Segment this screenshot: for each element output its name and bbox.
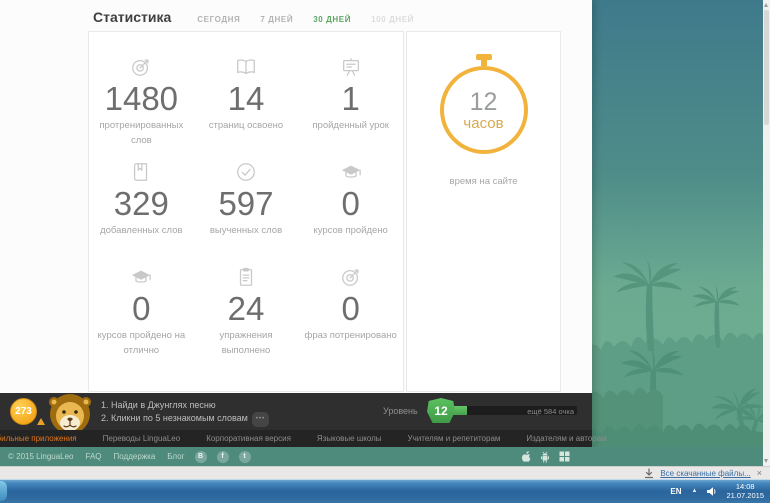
xp-badge-icon: ••• xyxy=(251,412,270,427)
clock-time: 14:08 xyxy=(735,482,755,491)
stat-value: 1480 xyxy=(104,80,179,117)
windows-icon[interactable] xyxy=(559,451,570,462)
daily-tasks: 1. Найди в Джунглях песню 2. Кликни по 5… xyxy=(101,399,270,427)
nav-mobile-apps[interactable]: Мобильные приложения xyxy=(0,434,77,443)
site-content-column: Статистика СЕГОДНЯ 7 ДНЕЙ 30 ДНЕЙ 100 ДН… xyxy=(0,0,607,447)
desktop-screen: Статистика СЕГОДНЯ 7 ДНЕЙ 30 ДНЕЙ 100 ДН… xyxy=(0,0,770,503)
close-shelf-icon[interactable]: × xyxy=(757,468,762,478)
stat-label: курсов пройдено xyxy=(313,225,388,236)
stat-learned-words: 597 выученных слов xyxy=(194,161,299,266)
stats-card: 1480 протренированных слов 14 страниц ос… xyxy=(88,31,404,392)
stat-label: добавленных слов xyxy=(100,225,183,236)
target-icon xyxy=(341,269,359,286)
start-button-edge[interactable] xyxy=(0,481,7,501)
stat-value: 597 xyxy=(218,185,274,222)
site-footer: © 2015 LinguaLeo FAQ Поддержка Блог B f … xyxy=(0,447,763,466)
stat-value: 14 xyxy=(227,80,265,117)
scroll-up-icon[interactable] xyxy=(764,3,768,7)
quest-bar: 273 1. Найди в Джунглях песню 2. Кликни … xyxy=(0,393,592,434)
stat-phrases-trained: 0 фраз потренировано xyxy=(298,266,403,371)
open-book-icon xyxy=(237,59,255,75)
stat-lessons-completed: 1 пройденный урок xyxy=(298,56,403,161)
task-2-label: 2. Кликни по 5 незнакомым словам xyxy=(101,413,248,423)
stat-value: 1 xyxy=(341,80,360,117)
level-label: Уровень xyxy=(383,406,418,416)
windows-taskbar: EN ▲ 14:08 21.07.2015 xyxy=(0,479,770,503)
grad-cap-icon xyxy=(341,165,361,178)
stat-label: выученных слов xyxy=(209,225,283,236)
stat-courses-excellent: 0 курсов пройдено на отлично xyxy=(89,266,194,371)
stat-trained-words: 1480 протренированных слов xyxy=(89,56,194,161)
language-indicator[interactable]: EN xyxy=(670,487,681,496)
nav-language-schools[interactable]: Языковые школы xyxy=(317,434,382,443)
page-scrollbar[interactable] xyxy=(763,0,770,466)
tab-30-days[interactable]: 30 ДНЕЙ xyxy=(313,15,351,24)
tab-100-days[interactable]: 100 ДНЕЙ xyxy=(371,15,414,24)
stopwatch-icon: 12 часов xyxy=(439,54,528,154)
board-icon xyxy=(342,58,359,76)
hidden-icons-icon[interactable]: ▲ xyxy=(692,488,698,494)
stat-value: 329 xyxy=(113,185,169,222)
system-tray: EN ▲ 14:08 21.07.2015 xyxy=(670,479,767,503)
task-1[interactable]: 1. Найди в Джунглях песню xyxy=(101,399,269,412)
stat-label: упражнения выполнено xyxy=(219,330,273,356)
stat-exercises-done: 24 упражнения выполнено xyxy=(194,266,299,371)
scrollbar-thumb[interactable] xyxy=(764,10,769,125)
target-icon xyxy=(132,59,149,76)
stat-courses-completed: 0 курсов пройдено xyxy=(298,161,403,266)
nav-publishers[interactable]: Издателям и авторам xyxy=(526,434,606,443)
grad-cap-icon xyxy=(132,270,152,283)
time-on-site-card: 12 часов время на сайте xyxy=(406,31,561,392)
stats-grid: 1480 протренированных слов 14 страниц ос… xyxy=(89,32,403,371)
stat-value: 24 xyxy=(227,290,265,327)
time-unit: часов xyxy=(463,114,504,132)
platform-icons xyxy=(521,447,579,466)
stats-page: Статистика СЕГОДНЯ 7 ДНЕЙ 30 ДНЕЙ 100 ДН… xyxy=(0,0,592,393)
coins-badge[interactable]: 273 xyxy=(10,398,37,425)
stats-header: Статистика СЕГОДНЯ 7 ДНЕЙ 30 ДНЕЙ 100 ДН… xyxy=(93,9,434,25)
clipboard-icon xyxy=(239,267,253,286)
show-all-downloads-link[interactable]: Все скачанные файлы... xyxy=(660,469,750,478)
apple-icon[interactable] xyxy=(521,450,531,463)
download-shelf: Все скачанные файлы... × xyxy=(0,466,770,479)
stat-value: 0 xyxy=(341,290,360,327)
android-icon[interactable] xyxy=(540,451,550,463)
download-icon xyxy=(645,467,654,478)
footer-link-support[interactable]: Поддержка xyxy=(114,452,156,461)
stat-label: страниц освоено xyxy=(208,120,284,131)
clock-date: 21.07.2015 xyxy=(726,491,764,500)
footer-nav: Мобильные приложения Переводы LinguaLeo … xyxy=(0,430,607,447)
nav-corporate[interactable]: Корпоративная версия xyxy=(206,434,291,443)
stat-label: курсов пройдено на отлично xyxy=(97,330,186,356)
footer-link-faq[interactable]: FAQ xyxy=(86,452,102,461)
stat-value: 0 xyxy=(132,290,151,327)
stat-value: 0 xyxy=(341,185,360,222)
tab-7-days[interactable]: 7 ДНЕЙ xyxy=(260,15,293,24)
stat-added-words: 329 добавленных слов xyxy=(89,161,194,266)
stat-label: протренированных слов xyxy=(99,120,184,146)
stat-pages-mastered: 14 страниц освоено xyxy=(194,56,299,161)
nav-translations[interactable]: Переводы LinguaLeo xyxy=(103,434,181,443)
points-remaining: ещё 584 очка xyxy=(527,407,574,416)
speaker-icon[interactable] xyxy=(706,486,717,497)
tab-today[interactable]: СЕГОДНЯ xyxy=(197,15,240,24)
stat-label: пройденный урок xyxy=(312,120,389,131)
stat-label: фраз потренировано xyxy=(304,330,397,341)
nav-teachers[interactable]: Учителям и репетиторам xyxy=(408,434,501,443)
page-title: Статистика xyxy=(93,9,172,25)
time-caption: время на сайте xyxy=(449,176,518,187)
scroll-down-icon[interactable] xyxy=(764,459,768,463)
dictionary-icon xyxy=(134,163,148,181)
copyright: © 2015 LinguaLeo xyxy=(8,452,74,461)
footer-link-blog[interactable]: Блог xyxy=(167,452,184,461)
level-badge: 12 xyxy=(427,398,455,423)
time-value: 12 xyxy=(469,87,498,116)
facebook-icon[interactable]: f xyxy=(216,450,229,463)
warning-icon xyxy=(37,418,45,425)
twitter-icon[interactable]: t xyxy=(238,450,251,463)
task-2[interactable]: 2. Кликни по 5 незнакомым словам ••• xyxy=(101,412,270,427)
check-circle-icon xyxy=(237,163,255,181)
vk-icon[interactable]: B xyxy=(194,450,207,463)
taskbar-clock[interactable]: 14:08 21.07.2015 xyxy=(726,482,764,500)
